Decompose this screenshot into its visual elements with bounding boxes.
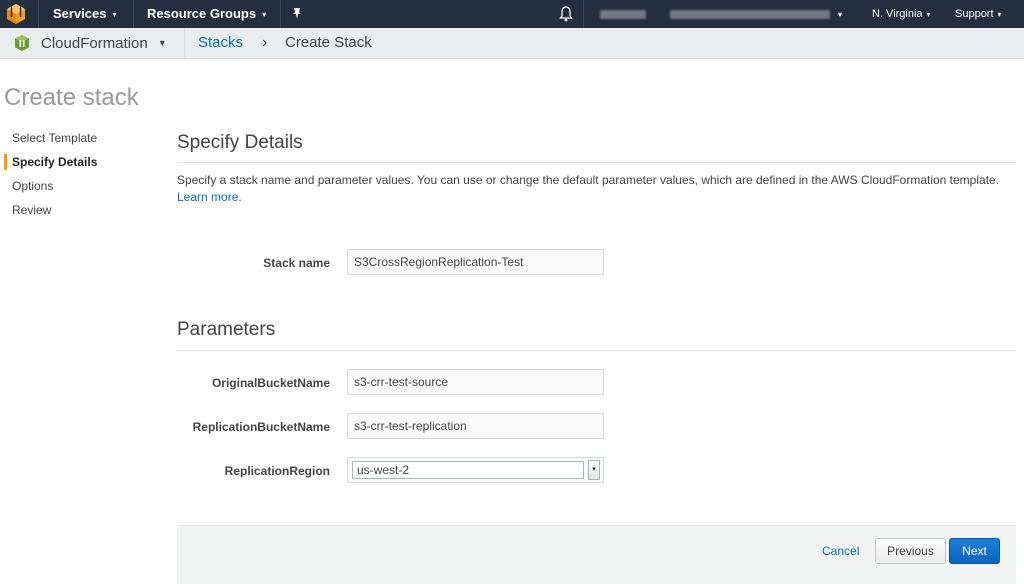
region-menu[interactable]: N. Virginia ▾	[872, 0, 931, 28]
original-bucket-label: OriginalBucketName	[211, 376, 330, 390]
chevron-down-icon: ▾	[838, 10, 843, 19]
services-label: Services	[53, 6, 107, 21]
service-name: CloudFormation	[41, 34, 148, 52]
specify-details-heading: Specify Details	[177, 132, 303, 153]
nav-divider	[583, 0, 584, 28]
wizard-steps: Select Template Specify Details Options …	[4, 130, 144, 226]
aws-logo-icon[interactable]	[0, 0, 32, 28]
resource-groups-menu[interactable]: Resource Groups ▾	[147, 0, 266, 28]
breadcrumb-separator: ›	[262, 34, 268, 51]
original-bucket-input[interactable]: s3-crr-test-source	[347, 369, 604, 395]
nav-divider	[133, 0, 134, 28]
details-description: Specify a stack name and parameter value…	[177, 172, 1007, 206]
services-menu[interactable]: Services ▾	[53, 0, 117, 28]
chevron-down-icon[interactable]: ▾	[588, 460, 600, 480]
subnav-divider	[184, 28, 185, 58]
replication-bucket-input[interactable]: s3-crr-test-replication	[347, 413, 604, 439]
cancel-button[interactable]: Cancel	[822, 544, 859, 558]
divider	[177, 350, 1016, 351]
breadcrumb-current: Create Stack	[285, 34, 372, 51]
chevron-down-icon: ▾	[926, 10, 931, 19]
divider	[177, 162, 1016, 163]
chevron-down-icon: ▾	[159, 37, 165, 49]
replication-region-label: ReplicationRegion	[224, 464, 330, 478]
replication-bucket-label: ReplicationBucketName	[192, 420, 330, 434]
parameters-heading: Parameters	[177, 319, 276, 340]
account-redacted	[600, 0, 646, 28]
chevron-down-icon: ▾	[997, 10, 1002, 19]
stack-name-label: Stack name	[263, 256, 330, 270]
stack-name-input[interactable]: S3CrossRegionReplication-Test	[347, 249, 604, 275]
chevron-down-icon: ▾	[112, 10, 117, 19]
chevron-down-icon: ▾	[262, 10, 267, 19]
service-switcher[interactable]: CloudFormation ▾	[14, 28, 165, 58]
breadcrumb-stacks[interactable]: Stacks	[198, 28, 243, 58]
nav-divider	[280, 0, 281, 28]
step-options[interactable]: Options	[4, 178, 144, 202]
user-menu[interactable]: ▾	[670, 0, 842, 28]
next-button[interactable]: Next	[949, 538, 1000, 564]
bell-icon[interactable]	[558, 0, 574, 28]
pin-icon[interactable]	[290, 0, 304, 28]
cloudformation-icon	[15, 35, 29, 51]
replication-region-value: us-west-2	[352, 461, 584, 479]
region-label: N. Virginia	[872, 8, 923, 20]
description-text: Specify a stack name and parameter value…	[177, 173, 1000, 187]
service-bar: CloudFormation ▾ Stacks › Create Stack	[0, 28, 1024, 59]
support-label: Support	[955, 8, 994, 20]
nav-divider	[38, 0, 39, 28]
learn-more-link[interactable]: Learn more.	[177, 190, 242, 204]
top-navigation: Services ▾ Resource Groups ▾ ▾ N. Virginia…	[0, 0, 1024, 28]
page-title: Create stack	[4, 84, 139, 111]
previous-button[interactable]: Previous	[875, 538, 946, 564]
step-review[interactable]: Review	[4, 202, 144, 226]
support-menu[interactable]: Support ▾	[955, 0, 1002, 28]
step-specify-details[interactable]: Specify Details	[4, 154, 144, 178]
replication-region-select[interactable]: us-west-2 ▾	[347, 457, 604, 483]
step-select-template[interactable]: Select Template	[4, 130, 144, 154]
resource-groups-label: Resource Groups	[147, 6, 257, 21]
